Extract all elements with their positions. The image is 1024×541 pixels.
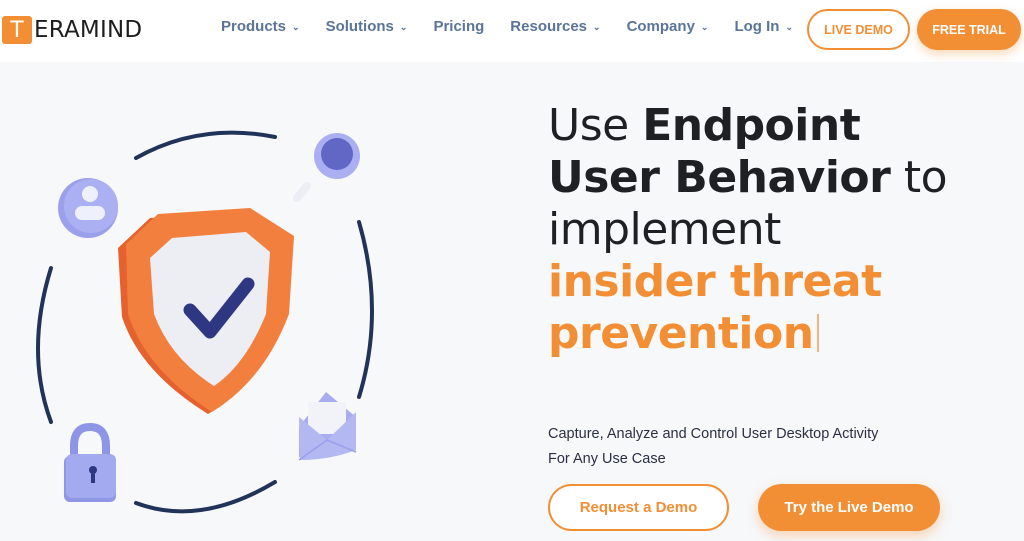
padlock-icon bbox=[64, 422, 116, 502]
hero-text-bold: Endpoint bbox=[642, 100, 861, 151]
subtitle-line-1: Capture, Analyze and Control User Deskto… bbox=[548, 426, 879, 442]
magnifier-icon bbox=[292, 133, 360, 203]
hero-text-bold: User Behavior bbox=[548, 152, 891, 203]
orbit-arc-right bbox=[357, 220, 374, 399]
live-demo-button[interactable]: LIVE DEMO bbox=[807, 9, 910, 50]
logo-wordmark: ERAMIND bbox=[34, 17, 143, 43]
site-header: T ERAMIND Products ⌄ Solutions ⌄ Pricing… bbox=[0, 0, 1024, 62]
nav-login[interactable]: Log In ⌄ bbox=[734, 18, 793, 35]
hero-line-3: implement bbox=[548, 204, 781, 255]
nav-company[interactable]: Company ⌄ bbox=[627, 18, 709, 35]
chevron-down-icon: ⌄ bbox=[399, 22, 408, 32]
chevron-down-icon: ⌄ bbox=[292, 22, 300, 32]
hero-line-5: prevention bbox=[548, 308, 947, 360]
teramind-logo[interactable]: T ERAMIND bbox=[2, 16, 142, 44]
hero-line-1: Use Endpoint bbox=[548, 100, 947, 152]
try-live-demo-button[interactable]: Try the Live Demo bbox=[758, 484, 940, 531]
chevron-down-icon: ⌄ bbox=[700, 22, 709, 32]
hero-text-light: Use bbox=[548, 100, 643, 151]
hero-text-light: to bbox=[890, 152, 948, 203]
nav-label: Resources bbox=[510, 18, 588, 35]
shield-check-icon bbox=[118, 208, 294, 414]
nav-label: Solutions bbox=[325, 18, 394, 35]
orbit-arc-top bbox=[134, 130, 277, 160]
nav-label: Log In bbox=[734, 18, 780, 35]
subtitle-line-2: For Any Use Case bbox=[548, 451, 666, 467]
orbit-arc-left bbox=[36, 266, 53, 424]
logo-mark: T bbox=[2, 16, 32, 44]
hero-text-accent: prevention bbox=[548, 308, 814, 359]
nav-label: Products bbox=[221, 18, 287, 35]
nav-solutions[interactable]: Solutions ⌄ bbox=[326, 18, 408, 35]
main-nav: Products ⌄ Solutions ⌄ Pricing Resources… bbox=[221, 18, 819, 35]
free-trial-button[interactable]: FREE TRIAL bbox=[917, 9, 1021, 50]
hero-heading: Use Endpoint User Behavior to implement … bbox=[548, 100, 948, 360]
chevron-down-icon: ⌄ bbox=[593, 22, 601, 32]
nav-resources[interactable]: Resources ⌄ bbox=[510, 18, 600, 35]
envelope-icon bbox=[298, 392, 357, 461]
orbit-arc-bottom bbox=[134, 480, 277, 514]
nav-pricing[interactable]: Pricing bbox=[433, 18, 484, 35]
nav-label: Company bbox=[626, 18, 695, 35]
request-demo-button[interactable]: Request a Demo bbox=[548, 484, 729, 531]
security-illustration bbox=[36, 130, 374, 514]
hero-line-4: insider threat bbox=[548, 256, 882, 307]
hero-subtitle: Capture, Analyze and Control User Deskto… bbox=[548, 422, 878, 472]
chevron-down-icon: ⌄ bbox=[785, 22, 793, 32]
hero-line-2: User Behavior to bbox=[548, 152, 948, 204]
nav-label: Pricing bbox=[433, 18, 485, 35]
nav-products[interactable]: Products ⌄ bbox=[221, 18, 300, 35]
user-icon bbox=[58, 178, 118, 238]
typing-cursor bbox=[816, 314, 819, 352]
